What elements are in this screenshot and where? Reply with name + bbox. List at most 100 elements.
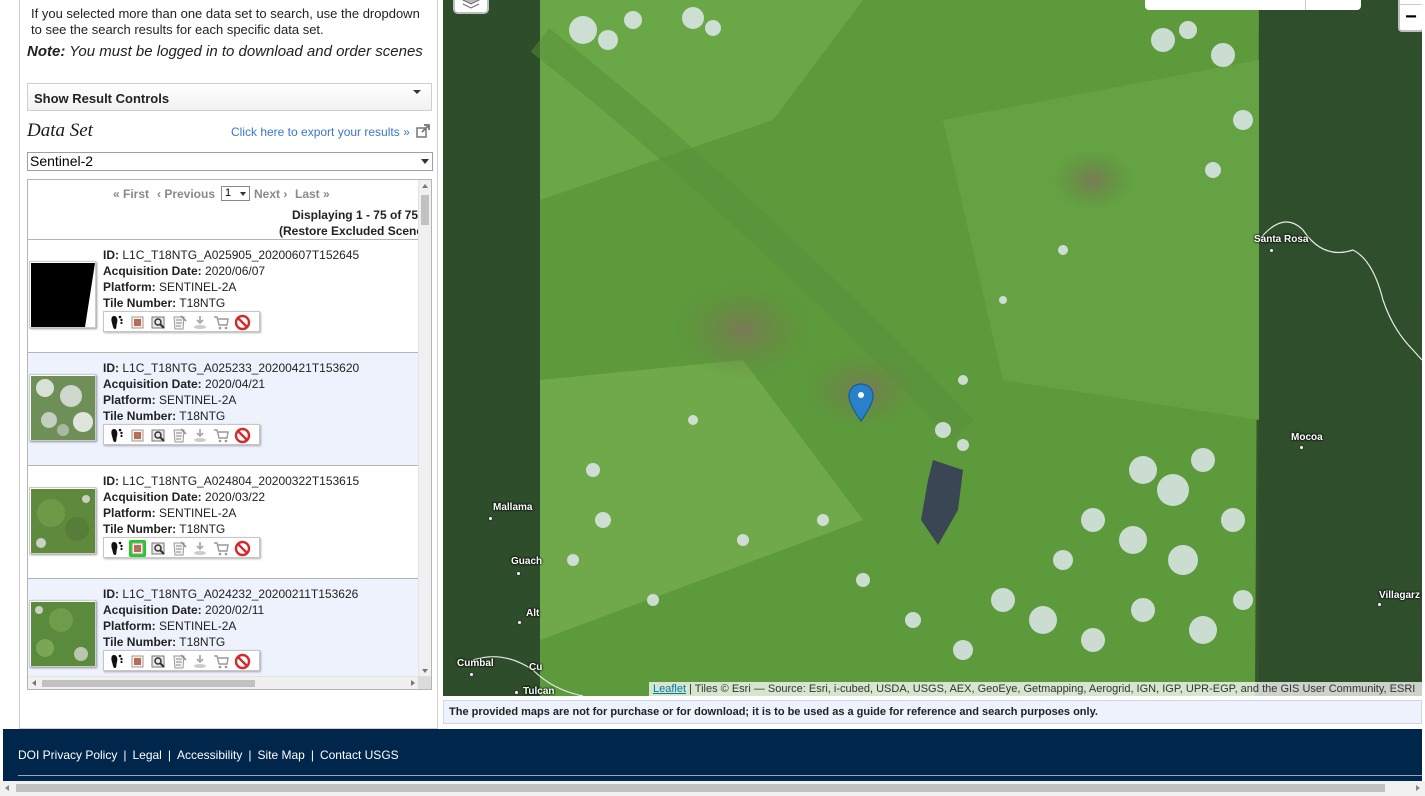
scrollbar-thumb[interactable]: [42, 680, 255, 687]
export-results-link[interactable]: Click here to export your results »: [231, 125, 410, 139]
scene-toolbar: [103, 537, 260, 558]
scene-id: L1C_T18NTG_A025233_20200421T153620: [122, 361, 360, 375]
dataset-dropdown[interactable]: Sentinel-2: [27, 152, 433, 171]
chevron-down-icon: [240, 192, 246, 196]
restore-excluded-scenes-link[interactable]: (Restore Excluded Scenes): [279, 224, 431, 238]
footer-link-contact-usgs[interactable]: Contact USGS: [320, 748, 399, 762]
footprint-icon[interactable]: [108, 540, 125, 557]
login-note: Note: You must be logged in to download …: [27, 44, 427, 60]
location-pin-icon[interactable]: [848, 383, 874, 423]
scene-toolbar: [103, 424, 260, 445]
browse-overlay-icon[interactable]: [129, 427, 146, 444]
scene-id: L1C_T18NTG_A024232_20200211T153626: [122, 587, 359, 601]
scrollbar-thumb[interactable]: [421, 195, 429, 225]
scrollbar-corner: [418, 676, 431, 689]
last-page-link[interactable]: Last »: [295, 187, 330, 201]
scroll-left-arrow-icon[interactable]: [5, 785, 9, 791]
id-label: ID:: [103, 474, 119, 488]
scene-metadata: ID: L1C_T18NTG_A025233_20200421T153620 A…: [103, 360, 359, 424]
scroll-up-arrow-icon[interactable]: [422, 184, 428, 188]
exclude-scene-icon[interactable]: [234, 427, 251, 444]
scene-thumbnail[interactable]: [29, 261, 96, 328]
metadata-icon[interactable]: [171, 314, 188, 331]
order-cart-icon[interactable]: [213, 314, 230, 331]
order-cart-icon[interactable]: [213, 653, 230, 670]
metadata-icon[interactable]: [171, 653, 188, 670]
next-page-link[interactable]: Next ›: [254, 187, 287, 201]
exclude-scene-icon[interactable]: [234, 653, 251, 670]
id-label: ID:: [103, 587, 119, 601]
leaflet-link[interactable]: Leaflet: [653, 683, 686, 695]
map-view[interactable]: Santa Rosa Mocoa Mallama Guach Alt Cumba…: [443, 0, 1422, 696]
scrollbar-thumb[interactable]: [16, 784, 1385, 792]
platform-label: Platform:: [103, 280, 156, 294]
search-results-panel: If you selected more than one data set t…: [19, 0, 438, 729]
scroll-right-arrow-icon[interactable]: [1416, 785, 1420, 791]
tile-number-label: Tile Number:: [103, 522, 177, 536]
page-number-select[interactable]: 1: [221, 186, 250, 201]
download-icon[interactable]: [192, 540, 209, 557]
compare-browse-icon[interactable]: [150, 540, 167, 557]
platform-label: Platform:: [103, 506, 156, 520]
external-link-icon[interactable]: [416, 124, 430, 138]
download-icon[interactable]: [192, 427, 209, 444]
footprint-icon[interactable]: [108, 653, 125, 670]
browse-overlay-icon[interactable]: [129, 540, 146, 557]
platform: SENTINEL-2A: [159, 506, 237, 520]
scroll-left-arrow-icon[interactable]: [32, 680, 36, 686]
scene-id: L1C_T18NTG_A024804_20200322T153615: [122, 474, 360, 488]
layers-control-button[interactable]: [453, 0, 489, 14]
page-horizontal-scrollbar[interactable]: [0, 781, 1425, 796]
note-label: Note:: [27, 43, 66, 60]
previous-page-link[interactable]: ‹ Previous: [157, 187, 215, 201]
scene-metadata: ID: L1C_T18NTG_A024232_20200211T153626 A…: [103, 586, 358, 650]
tile-number: T18NTG: [179, 296, 226, 310]
city-marker: [488, 516, 493, 521]
scroll-right-arrow-icon[interactable]: [411, 680, 415, 686]
show-result-controls-toggle[interactable]: Show Result Controls: [27, 83, 432, 111]
help-text: If you selected more than one data set t…: [31, 6, 420, 37]
zoom-out-button[interactable]: −: [1398, 4, 1422, 32]
footer-link-accessibility[interactable]: Accessibility: [177, 748, 242, 762]
map-label: Guach: [511, 556, 543, 567]
footprint-icon[interactable]: [108, 314, 125, 331]
city-marker: [1299, 445, 1304, 450]
scene-metadata: ID: L1C_T18NTG_A024804_20200322T153615 A…: [103, 473, 359, 537]
scroll-down-arrow-icon[interactable]: [422, 669, 428, 673]
map-top-control[interactable]: [1145, 0, 1361, 10]
metadata-icon[interactable]: [171, 540, 188, 557]
compare-browse-icon[interactable]: [150, 427, 167, 444]
acquisition-date: 2020/06/07: [205, 264, 266, 278]
acquisition-date: 2020/04/21: [205, 377, 266, 391]
scene-thumbnail[interactable]: [29, 374, 96, 441]
platform-label: Platform:: [103, 393, 156, 407]
dataset-heading: Data Set: [27, 120, 93, 141]
first-page-link[interactable]: « First: [113, 187, 149, 201]
browse-overlay-icon[interactable]: [129, 653, 146, 670]
result-row: ID: L1C_T18NTG_A025905_20200607T152645 A…: [28, 240, 419, 353]
footer-link-privacy-policy[interactable]: DOI Privacy Policy: [18, 748, 117, 762]
results-vertical-scrollbar[interactable]: [418, 180, 431, 677]
browse-overlay-icon[interactable]: [129, 314, 146, 331]
order-cart-icon[interactable]: [213, 427, 230, 444]
download-icon[interactable]: [192, 653, 209, 670]
footprint-icon[interactable]: [108, 427, 125, 444]
attribution-text: | Tiles © Esri — Source: Esri, i-cubed, …: [686, 683, 1416, 695]
footer-link-legal[interactable]: Legal: [132, 748, 161, 762]
order-cart-icon[interactable]: [213, 540, 230, 557]
results-horizontal-scrollbar[interactable]: [28, 676, 419, 689]
dataset-dropdown-value: Sentinel-2: [30, 153, 94, 169]
download-icon[interactable]: [192, 314, 209, 331]
scene-thumbnail[interactable]: [29, 600, 96, 667]
exclude-scene-icon[interactable]: [234, 314, 251, 331]
map-label: Mocoa: [1291, 432, 1323, 443]
compare-browse-icon[interactable]: [150, 653, 167, 670]
footer-link-site-map[interactable]: Site Map: [257, 748, 304, 762]
scene-thumbnail[interactable]: [29, 487, 96, 554]
platform: SENTINEL-2A: [159, 619, 237, 633]
note-text: You must be logged in to download and or…: [65, 43, 423, 60]
exclude-scene-icon[interactable]: [234, 540, 251, 557]
map-label: Cu: [529, 662, 543, 673]
metadata-icon[interactable]: [171, 427, 188, 444]
compare-browse-icon[interactable]: [150, 314, 167, 331]
